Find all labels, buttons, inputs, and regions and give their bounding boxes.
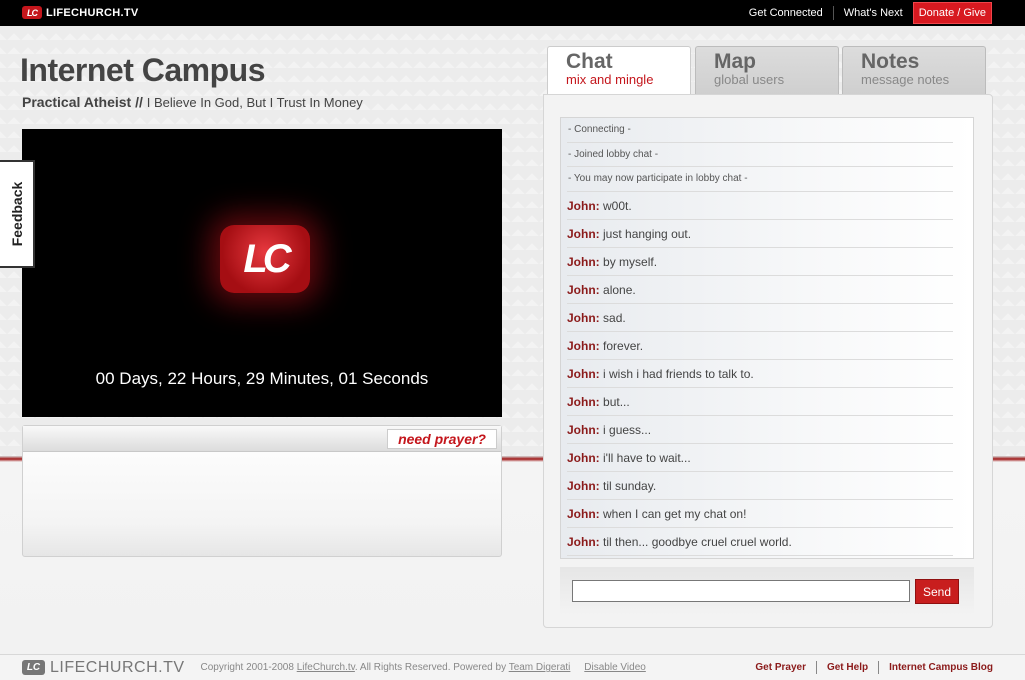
tab-subtitle: global users [714,72,785,87]
chat-username[interactable]: John: [567,507,600,521]
feedback-tab[interactable]: Feedback [0,160,35,268]
chat-username[interactable]: John: [567,395,600,409]
message-subtitle: Practical Atheist // I Believe In God, B… [22,94,363,110]
footer-link-blog[interactable]: Internet Campus Blog [879,661,993,674]
series-title: Practical Atheist // [22,94,143,110]
chat-message: John: when I can get my chat on! [567,500,953,528]
footer-logo[interactable]: LC LIFECHURCH.TV [22,659,185,677]
lifechurch-link[interactable]: LifeChurch.tv [297,662,355,673]
page-title: Internet Campus [20,52,265,88]
chat-text: til sunday. [603,478,657,493]
lifechurch-logo-icon: LC [220,225,310,293]
lifechurch-logo-icon: LC [22,6,42,19]
send-button[interactable]: Send [915,579,959,604]
chat-username[interactable]: John: [567,451,600,465]
site-logo[interactable]: LC LIFECHURCH.TV [22,6,139,19]
chat-message: John: til then... goodbye cruel cruel wo… [567,528,953,556]
footer-link-get-prayer[interactable]: Get Prayer [745,661,817,674]
chat-message: John: forever. [567,332,953,360]
chat-username[interactable]: John: [567,227,600,241]
chat-log[interactable]: - Connecting - - Joined lobby chat - - Y… [560,117,974,559]
chat-username[interactable]: John: [567,339,600,353]
tab-notes[interactable]: Notes message notes [842,46,986,94]
footer: LC LIFECHURCH.TV Copyright 2001-2008 Lif… [0,654,1025,680]
system-message: - Connecting - [567,118,953,143]
nav-get-connected[interactable]: Get Connected [739,6,834,20]
chat-text: alone. [603,282,636,297]
copyright-prefix: Copyright 2001-2008 [200,662,294,673]
chat-username[interactable]: John: [567,479,600,493]
need-prayer-button[interactable]: need prayer? [387,429,497,449]
chat-message: John: i wish i had friends to talk to. [567,360,953,388]
chat-text: forever. [603,338,644,353]
tab-title: Notes [861,50,920,73]
donate-button[interactable]: Donate / Give [912,2,992,24]
chat-text: i wish i had friends to talk to. [603,366,754,381]
countdown-timer: 00 Days, 22 Hours, 29 Minutes, 01 Second… [95,369,429,388]
top-nav: Get Connected What's Next Donate / Give [739,0,1025,26]
site-logo-text: LIFECHURCH.TV [46,6,139,19]
chat-text: i'll have to wait... [603,450,691,465]
chat-text: when I can get my chat on! [603,506,747,521]
chat-username[interactable]: John: [567,423,600,437]
system-message: - You may now participate in lobby chat … [567,167,953,192]
tab-chat[interactable]: Chat mix and mingle [547,46,691,96]
chat-message: John: i'll have to wait... [567,444,953,472]
chat-input[interactable] [572,580,910,602]
chat-panel: - Connecting - - Joined lobby chat - - Y… [543,94,993,628]
tab-title: Map [714,50,756,73]
chat-text: w00t. [603,198,632,213]
nav-whats-next[interactable]: What's Next [834,6,913,20]
chat-input-bar: Send [560,567,974,615]
chat-text: by myself. [603,254,658,269]
chat-message-list: - Connecting - - Joined lobby chat - - Y… [561,118,973,556]
rights-text: . All Rights Reserved. Powered by [354,662,507,673]
chat-username[interactable]: John: [567,535,600,549]
chat-username[interactable]: John: [567,283,600,297]
footer-logo-text: LIFECHURCH.TV [50,658,185,676]
disable-video-link[interactable]: Disable Video [584,662,646,673]
system-message: - Joined lobby chat - [567,143,953,167]
footer-link-get-help[interactable]: Get Help [817,661,880,674]
tab-subtitle: message notes [861,72,950,87]
chat-username[interactable]: John: [567,311,600,325]
footer-links: Get Prayer Get Help Internet Campus Blog [745,661,993,674]
chat-message: John: w00t. [567,192,953,220]
top-bar: LC LIFECHURCH.TV Get Connected What's Ne… [0,0,1025,26]
chat-message: John: alone. [567,276,953,304]
tab-subtitle: mix and mingle [566,72,654,87]
chat-text: til then... goodbye cruel cruel world. [603,534,792,549]
chat-text: sad. [603,310,626,325]
chat-text: but... [603,394,630,409]
team-digerati-link[interactable]: Team Digerati [509,662,571,673]
tab-map[interactable]: Map global users [695,46,839,94]
chat-username[interactable]: John: [567,367,600,381]
message-title: I Believe In God, But I Trust In Money [146,95,363,110]
chat-message: John: til sunday. [567,472,953,500]
video-player[interactable]: LC 00 Days, 22 Hours, 29 Minutes, 01 Sec… [22,129,502,417]
chat-username[interactable]: John: [567,199,600,213]
prayer-panel: need prayer? [22,425,502,557]
chat-text: i guess... [603,422,652,437]
feedback-label: Feedback [8,181,25,247]
chat-username[interactable]: John: [567,255,600,269]
chat-message: John: sad. [567,304,953,332]
chat-message: John: by myself. [567,248,953,276]
chat-text: just hanging out. [603,226,692,241]
chat-message: John: but... [567,388,953,416]
chat-message: John: i guess... [567,416,953,444]
tab-title: Chat [566,50,613,73]
copyright-text: Copyright 2001-2008 LifeChurch.tv. All R… [201,662,646,673]
lifechurch-logo-icon: LC [22,660,45,675]
chat-message: John: just hanging out. [567,220,953,248]
